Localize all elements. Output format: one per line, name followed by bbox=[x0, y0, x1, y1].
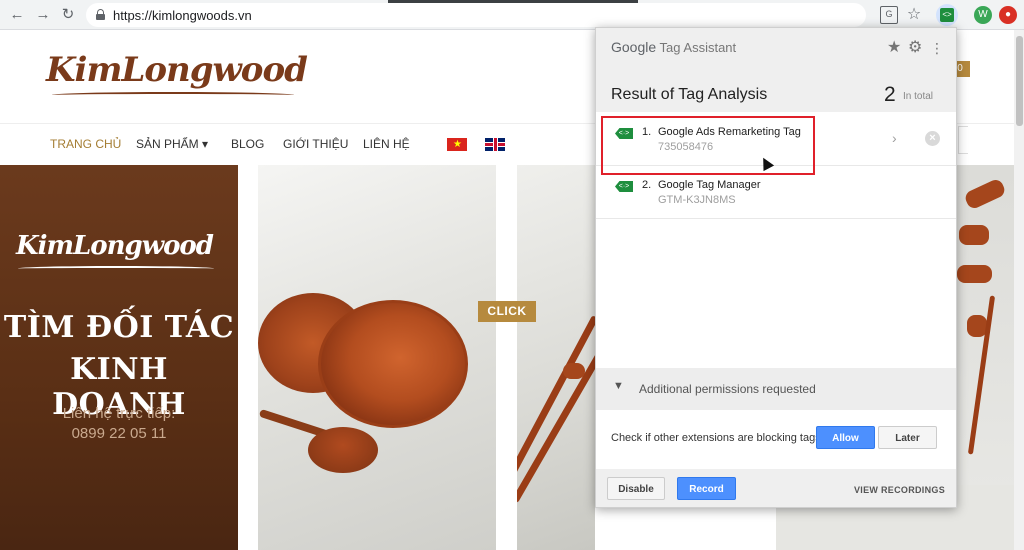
promo-title-line1: TÌM ĐỐI TÁC bbox=[3, 310, 235, 345]
product-photo-chopsticks[interactable] bbox=[517, 165, 595, 550]
brand-google: Google bbox=[611, 39, 657, 55]
nav-item-about[interactable]: GIỚI THIỆU bbox=[283, 137, 348, 151]
vietnam-flag-icon[interactable]: ★ bbox=[447, 138, 467, 151]
permissions-text: Additional permissions requested bbox=[639, 382, 816, 396]
nav-item-contact[interactable]: LIÊN HỆ bbox=[363, 137, 410, 151]
uk-flag-icon[interactable] bbox=[485, 138, 505, 151]
popup-brand: Google Tag Assistant bbox=[611, 39, 736, 55]
logo-text: KimLongwood bbox=[46, 50, 308, 90]
tag-assistant-icon: <> bbox=[940, 8, 954, 22]
nav-item-products[interactable]: SẢN PHẨM ▾ bbox=[136, 137, 208, 151]
promo-contact-label: Liên hệ trực tiếp: bbox=[62, 405, 176, 422]
logo-swoosh bbox=[52, 92, 294, 98]
site-logo[interactable]: KimLongwood bbox=[46, 50, 308, 94]
forward-icon[interactable]: → bbox=[34, 6, 52, 24]
nav-item-label: SẢN PHẨM bbox=[136, 137, 199, 151]
tag-count: 2 bbox=[884, 83, 896, 106]
back-icon[interactable]: ← bbox=[8, 6, 26, 24]
popup-header: Google Tag Assistant ★ ⚙ ⋮ Result of Tag… bbox=[596, 28, 956, 112]
spoon-image bbox=[959, 225, 989, 245]
address-bar[interactable]: https://kimlongwoods.vn bbox=[86, 3, 866, 27]
close-icon[interactable]: × bbox=[925, 131, 940, 146]
nav-item-blog[interactable]: BLOG bbox=[231, 137, 264, 151]
later-button[interactable]: Later bbox=[878, 426, 937, 449]
more-icon[interactable]: ⋮ bbox=[930, 39, 944, 57]
brand-name: Tag Assistant bbox=[659, 40, 737, 55]
tag-assistant-extension-button[interactable]: <> bbox=[936, 4, 958, 26]
chevron-right-icon[interactable]: › bbox=[892, 130, 897, 146]
permissions-bar[interactable]: ▼ Additional permissions requested bbox=[596, 368, 956, 410]
chevron-down-icon: ▾ bbox=[202, 137, 209, 151]
wooden-bowl-image bbox=[318, 300, 468, 428]
scrollbar-thumb[interactable] bbox=[1016, 36, 1023, 126]
promo-phone: 0899 22 05 11 bbox=[71, 425, 167, 442]
highlight-box bbox=[601, 116, 815, 175]
promo-logo-swoosh bbox=[18, 266, 214, 271]
click-badge[interactable]: CLICK bbox=[478, 301, 536, 322]
tag-name: Google Tag Manager bbox=[658, 179, 761, 191]
tag-count-label: In total bbox=[903, 91, 934, 102]
blocking-check-text: Check if other extensions are blocking t… bbox=[611, 432, 821, 444]
view-recordings-link[interactable]: VIEW RECORDINGS bbox=[854, 485, 945, 495]
tag-number: 2. bbox=[642, 179, 652, 191]
lock-icon bbox=[96, 9, 105, 20]
tag-icon: <·> bbox=[615, 181, 633, 192]
extension-red-icon[interactable]: ● bbox=[999, 6, 1017, 24]
tag-id: GTM-K3JN8MS bbox=[658, 194, 736, 206]
search-input[interactable] bbox=[958, 126, 968, 154]
allow-button[interactable]: Allow bbox=[816, 426, 875, 449]
nav-item-home[interactable]: TRANG CHỦ bbox=[50, 137, 121, 151]
gear-icon[interactable]: ⚙ bbox=[908, 39, 922, 57]
promo-banner[interactable]: KimLongwood TÌM ĐỐI TÁC KINH DOANH Liên … bbox=[0, 165, 238, 550]
product-photo-bowls[interactable] bbox=[258, 165, 496, 550]
chopstick-rest-image bbox=[563, 363, 585, 379]
tag-assistant-popup: Google Tag Assistant ★ ⚙ ⋮ Result of Tag… bbox=[595, 27, 957, 508]
spoon-image bbox=[963, 177, 1007, 211]
record-button[interactable]: Record bbox=[677, 477, 736, 500]
promo-logo: KimLongwood bbox=[16, 231, 214, 261]
star-icon[interactable]: ☆ bbox=[905, 6, 923, 24]
translate-icon[interactable]: G bbox=[880, 6, 898, 24]
reload-icon[interactable]: ↻ bbox=[59, 6, 77, 24]
extension-w-icon[interactable]: W bbox=[974, 6, 992, 24]
popup-title: Result of Tag Analysis bbox=[611, 86, 768, 103]
spoon-image bbox=[957, 265, 992, 283]
popup-footer: Disable Record VIEW RECORDINGS bbox=[596, 469, 956, 507]
url-text: https://kimlongwoods.vn bbox=[113, 8, 252, 23]
chopstick-image bbox=[517, 326, 595, 504]
disable-button[interactable]: Disable bbox=[607, 477, 665, 500]
wooden-spoon-image bbox=[308, 427, 378, 473]
browser-toolbar: ← → ↻ https://kimlongwoods.vn G ☆ <> W ● bbox=[0, 0, 1024, 30]
chevron-down-icon: ▼ bbox=[613, 380, 624, 392]
star-icon[interactable]: ★ bbox=[887, 39, 901, 57]
